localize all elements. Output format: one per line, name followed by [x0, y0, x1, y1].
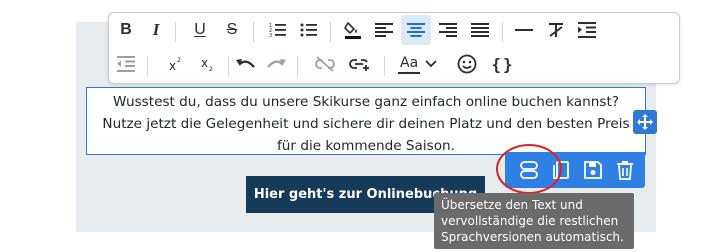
subscript-icon[interactable]: x2	[193, 49, 223, 79]
toolbar-divider	[297, 56, 298, 76]
svg-text:2: 2	[177, 57, 181, 64]
font-size-icon[interactable]: Aa	[398, 49, 448, 79]
outdent-icon[interactable]	[111, 49, 141, 79]
tooltip-line: Übersetze den Text und	[441, 198, 583, 212]
translate-icon[interactable]	[515, 156, 543, 184]
align-justify-icon[interactable]	[465, 15, 495, 45]
svg-text:x: x	[201, 56, 208, 70]
emoji-icon[interactable]	[452, 49, 482, 79]
bold-icon[interactable]: B	[111, 15, 141, 45]
toolbar-divider	[228, 56, 229, 76]
toolbar-row-2: x2 x2 Aa {}	[109, 49, 679, 83]
delete-icon[interactable]	[611, 156, 639, 184]
ordered-list-icon[interactable]: 123	[263, 15, 293, 45]
indent-icon[interactable]	[572, 15, 602, 45]
tooltip-line: Sprachversionen automatisch.	[441, 230, 624, 244]
code-braces-icon[interactable]: {}	[488, 49, 518, 79]
fill-color-icon[interactable]	[338, 15, 368, 45]
underline-icon[interactable]: U	[185, 15, 215, 45]
block-action-bar	[505, 152, 645, 188]
add-link-icon[interactable]	[345, 49, 375, 79]
selected-text-block[interactable]: Wusstest du, dass du unsere Skikurse gan…	[86, 87, 646, 155]
toolbar-divider	[253, 22, 254, 42]
copy-icon[interactable]	[547, 156, 575, 184]
toolbar-divider	[147, 56, 148, 76]
tooltip-line: vervollständige die restlichen	[441, 214, 619, 228]
redo-icon[interactable]	[261, 49, 291, 79]
strikethrough-icon[interactable]: S	[217, 15, 247, 45]
toolbar-divider	[175, 22, 176, 42]
toolbar-divider	[330, 22, 331, 42]
toolbar-divider	[384, 56, 385, 76]
editor-text: Wusstest du, dass du unsere Skikurse gan…	[102, 94, 630, 154]
superscript-icon[interactable]: x2	[161, 49, 191, 79]
align-right-icon[interactable]	[433, 15, 463, 45]
toolbar-divider	[502, 22, 503, 42]
save-icon[interactable]	[579, 156, 607, 184]
svg-text:2: 2	[209, 66, 213, 72]
italic-icon[interactable]: I	[141, 15, 171, 45]
svg-text:3: 3	[269, 33, 272, 38]
translate-tooltip: Übersetze den Text und vervollständige d…	[434, 193, 634, 249]
horizontal-line-icon[interactable]	[509, 15, 539, 45]
toolbar-row-1: B I U S 123	[109, 15, 679, 49]
chevron-down-icon	[425, 60, 437, 68]
undo-icon[interactable]	[231, 49, 261, 79]
align-center-icon[interactable]	[401, 15, 431, 45]
align-left-icon[interactable]	[369, 15, 399, 45]
unordered-list-icon[interactable]	[294, 15, 324, 45]
move-icon[interactable]	[633, 110, 657, 134]
svg-text:x: x	[169, 59, 176, 72]
unlink-icon[interactable]	[310, 49, 340, 79]
clear-format-icon[interactable]	[541, 15, 571, 45]
formatting-toolbar: B I U S 123 x 2 x 2 Aa {}	[108, 12, 680, 84]
